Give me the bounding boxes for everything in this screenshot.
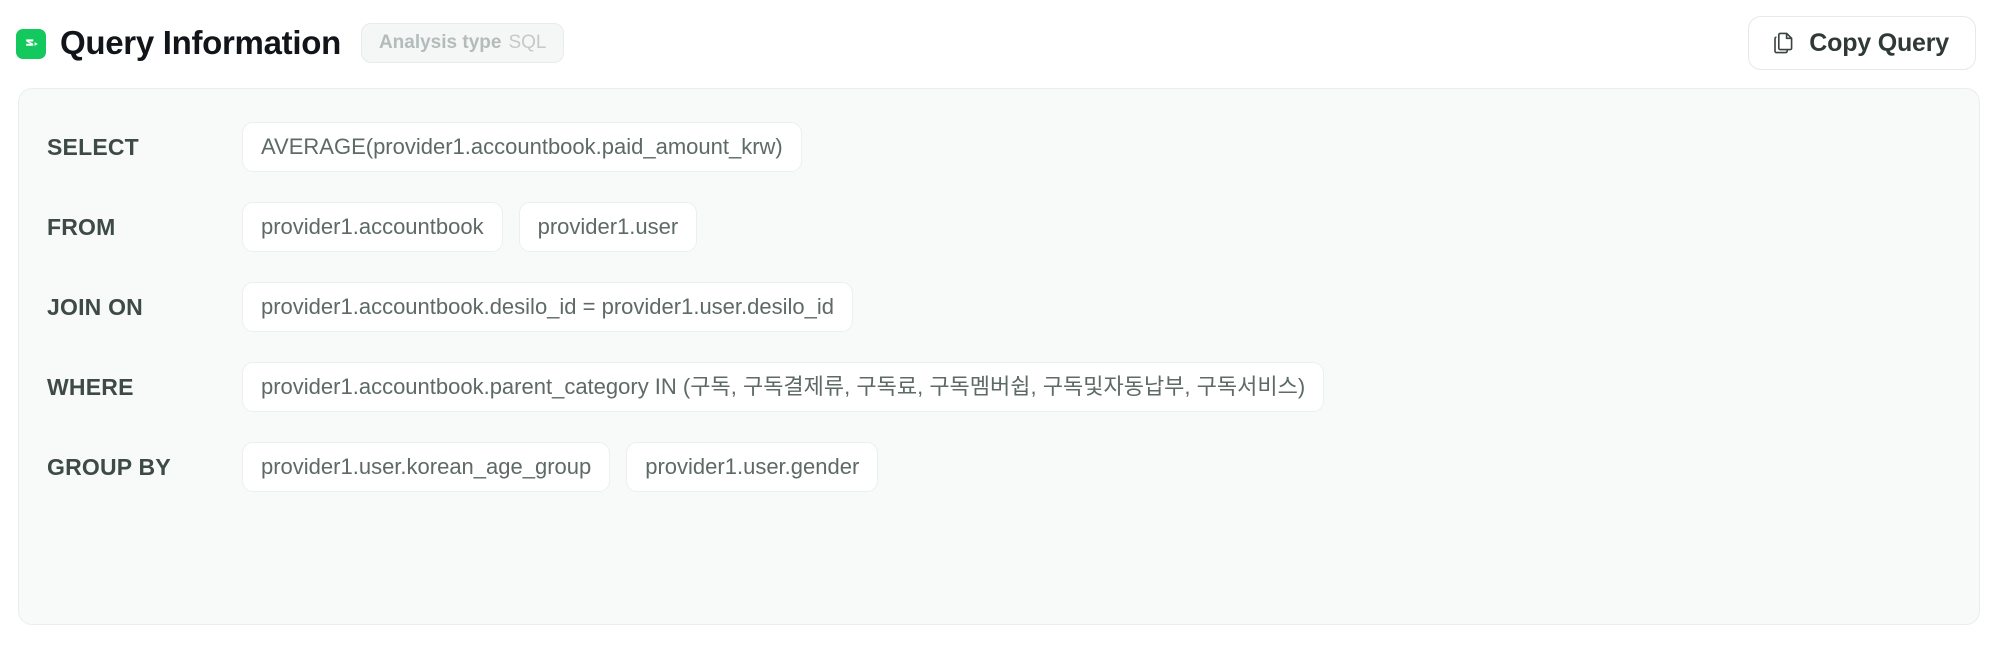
clause-value-chip: provider1.user.gender xyxy=(626,442,879,492)
clause-value-chips: provider1.accountbook.parent_category IN… xyxy=(242,362,1325,412)
analysis-type-label: Analysis type xyxy=(378,32,502,53)
clause-value-chip: provider1.accountbook xyxy=(242,202,503,252)
clause-value-chips: provider1.user.korean_age_group provider1… xyxy=(242,442,879,492)
query-clause-row: SELECT AVERAGE(provider1.accountbook.paid… xyxy=(47,117,1979,177)
clause-value-chips: AVERAGE(provider1.accountbook.paid_amoun… xyxy=(242,122,802,172)
clause-keyword-label: WHERE xyxy=(47,373,134,400)
page-title: Query Information xyxy=(60,24,341,61)
query-clause-card: SELECT AVERAGE(provider1.accountbook.paid… xyxy=(18,88,1980,625)
query-clause-row: JOIN ON provider1.accountbook.desilo_id =… xyxy=(47,277,1979,337)
clause-value-chip: provider1.user xyxy=(518,202,698,252)
query-clause-row: FROM provider1.accountbook provider1.user xyxy=(47,197,1979,257)
analysis-type-badge: Analysis type SQL xyxy=(360,23,565,63)
clause-value-chip: provider1.accountbook.desilo_id = provid… xyxy=(242,282,853,332)
panel-header: Query Information Analysis type SQL Copy… xyxy=(0,0,2000,86)
query-logo-icon xyxy=(16,29,46,59)
clause-value-chips: provider1.accountbook.desilo_id = provid… xyxy=(242,282,853,332)
clause-keyword-label: FROM xyxy=(47,213,116,240)
clause-value-chip: provider1.user.korean_age_group xyxy=(242,442,611,492)
query-clause-list: SELECT AVERAGE(provider1.accountbook.paid… xyxy=(19,117,1979,497)
query-clause-row: WHERE provider1.accountbook.parent_catego… xyxy=(47,357,1979,417)
clause-value-chips: provider1.accountbook provider1.user xyxy=(242,202,698,252)
query-information-panel: Query Information Analysis type SQL Copy… xyxy=(0,0,2000,645)
clause-keyword-label: SELECT xyxy=(47,133,139,160)
copy-query-button[interactable]: Copy Query xyxy=(1748,16,1976,70)
copy-query-label: Copy Query xyxy=(1809,28,1949,57)
clause-keyword-label: GROUP BY xyxy=(47,453,171,480)
analysis-type-value: SQL xyxy=(508,32,547,53)
query-clause-row: GROUP BY provider1.user.korean_age_group p… xyxy=(47,437,1979,497)
clause-value-chip: AVERAGE(provider1.accountbook.paid_amoun… xyxy=(242,122,802,172)
header-left-group: Query Information Analysis type SQL xyxy=(16,23,565,63)
clause-keyword-label: JOIN ON xyxy=(47,293,143,320)
clause-value-chip: provider1.accountbook.parent_category IN… xyxy=(242,362,1325,412)
copy-icon xyxy=(1774,32,1793,54)
